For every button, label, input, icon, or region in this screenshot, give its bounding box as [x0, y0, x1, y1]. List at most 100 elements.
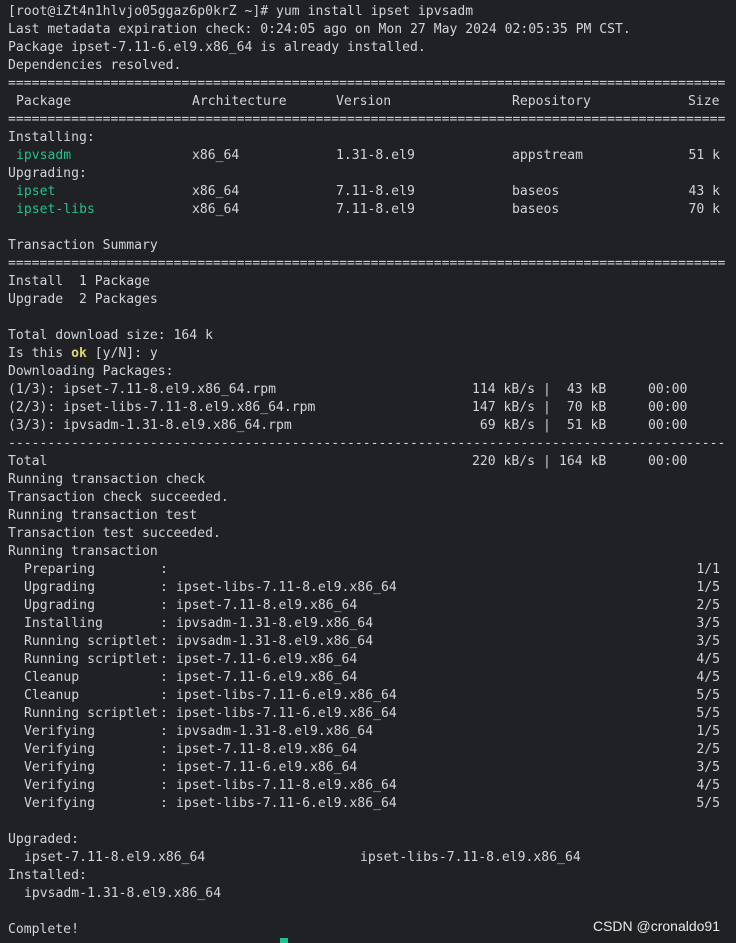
download-size: 70 kB: [559, 400, 607, 415]
ok-keyword: ok: [71, 346, 87, 361]
transaction-line: Running transaction: [8, 544, 158, 559]
step-package: ipset-libs-7.11-6.el9.x86_64: [176, 796, 397, 811]
step-action: Verifying: [24, 760, 95, 775]
download-divider: |: [543, 400, 551, 415]
step-colon: :: [160, 562, 168, 577]
transaction-step-row: Verifying: ipvsadm-1.31-8.el9.x86_64 1/5: [8, 723, 736, 741]
step-progress: 3/5: [696, 634, 720, 649]
download-total-size: 164 kB: [559, 454, 607, 469]
col-header-package: Package: [16, 94, 72, 109]
transaction-step-row: Verifying: ipset-7.11-6.el9.x86_64 3/5: [8, 759, 736, 777]
separator: ========================================…: [8, 112, 726, 127]
installed-label: Installed:: [8, 868, 87, 883]
table-header-row: Package Architecture Version Repository …: [8, 93, 736, 111]
upgrading-label: Upgrading:: [8, 166, 87, 181]
step-colon: :: [160, 688, 168, 703]
terminal-cursor: [280, 938, 288, 943]
upgraded-package: ipset-libs-7.11-8.el9.x86_64: [360, 850, 581, 865]
package-version: 7.11-8.el9: [336, 184, 415, 199]
confirm-text: Is this: [8, 346, 72, 361]
package-repo: baseos: [512, 202, 560, 217]
transaction-line: Transaction test succeeded.: [8, 526, 221, 541]
step-action: Running scriptlet: [24, 634, 159, 649]
step-colon: :: [160, 724, 168, 739]
step-colon: :: [160, 706, 168, 721]
already-installed-line: Package ipset-7.11-6.el9.x86_64 is alrea…: [8, 40, 426, 55]
table-row: ipset x86_64 7.11-8.el9 baseos 43 k: [8, 183, 736, 201]
download-row: (2/3): ipset-libs-7.11-8.el9.x86_64.rpm …: [8, 399, 736, 417]
transaction-step-row: Running scriptlet: ipvsadm-1.31-8.el9.x86…: [8, 633, 736, 651]
step-colon: :: [160, 796, 168, 811]
downloading-title: Downloading Packages:: [8, 364, 174, 379]
upgraded-row: ipset-7.11-8.el9.x86_64 ipset-libs-7.11-…: [8, 849, 736, 867]
download-name: (3/3): ipvsadm-1.31-8.el9.x86_64.rpm: [8, 418, 292, 433]
download-divider: |: [543, 454, 551, 469]
step-colon: :: [160, 634, 168, 649]
download-total-speed: 220 kB/s: [472, 454, 536, 469]
download-size: 43 kB: [559, 382, 607, 397]
shell-prompt: [root@iZt4n1hlvjo05ggaz6p0krZ ~]#: [8, 4, 277, 19]
step-action: Running scriptlet: [24, 706, 159, 721]
package-size: 43 k: [688, 184, 720, 199]
package-repo: appstream: [512, 148, 583, 163]
download-speed: 69 kB/s: [472, 418, 536, 433]
summary-install-line: Install 1 Package: [8, 274, 150, 289]
step-progress: 5/5: [696, 706, 720, 721]
separator: ========================================…: [8, 256, 726, 271]
confirm-prompt: Is this ok [y/N]: y: [8, 345, 736, 363]
installed-row: ipvsadm-1.31-8.el9.x86_64: [8, 885, 736, 903]
step-package: ipset-7.11-6.el9.x86_64: [176, 760, 358, 775]
step-action: Verifying: [24, 778, 95, 793]
step-package: ipset-libs-7.11-6.el9.x86_64: [176, 688, 397, 703]
step-progress: 2/5: [696, 598, 720, 613]
step-progress: 4/5: [696, 652, 720, 667]
step-progress: 1/5: [696, 724, 720, 739]
step-colon: :: [160, 742, 168, 757]
step-colon: :: [160, 580, 168, 595]
step-package: ipvsadm-1.31-8.el9.x86_64: [176, 616, 374, 631]
transaction-step-row: Running scriptlet: ipset-7.11-6.el9.x86_6…: [8, 651, 736, 669]
transaction-step-row: Installing: ipvsadm-1.31-8.el9.x86_64 3/5: [8, 615, 736, 633]
watermark: CSDN @cronaldo91: [592, 918, 720, 934]
package-arch: x86_64: [192, 148, 240, 163]
download-speed: 114 kB/s: [472, 382, 536, 397]
package-version: 1.31-8.el9: [336, 148, 415, 163]
installing-label: Installing:: [8, 130, 95, 145]
step-colon: :: [160, 760, 168, 775]
download-total-time: 00:00: [648, 454, 688, 469]
transaction-line: Transaction check succeeded.: [8, 490, 229, 505]
step-progress: 2/5: [696, 742, 720, 757]
package-size: 51 k: [688, 148, 720, 163]
separator-dash: ----------------------------------------…: [8, 436, 726, 451]
download-divider: |: [543, 418, 551, 433]
step-progress: 4/5: [696, 670, 720, 685]
step-colon: :: [160, 670, 168, 685]
download-total-label: Total: [8, 454, 48, 469]
step-colon: :: [160, 598, 168, 613]
step-colon: :: [160, 616, 168, 631]
transaction-step-row: Running scriptlet: ipset-libs-7.11-6.el9.…: [8, 705, 736, 723]
step-progress: 5/5: [696, 796, 720, 811]
separator: ========================================…: [8, 76, 726, 91]
summary-title: Transaction Summary: [8, 238, 158, 253]
shell-command: yum install ipset ipvsadm: [276, 4, 474, 19]
transaction-step-row: Upgrading: ipset-libs-7.11-8.el9.x86_64 1/…: [8, 579, 736, 597]
col-header-repository: Repository: [512, 94, 591, 109]
step-action: Preparing: [24, 562, 95, 577]
transaction-line: Running transaction check: [8, 472, 206, 487]
step-progress: 4/5: [696, 778, 720, 793]
step-package: ipset-libs-7.11-8.el9.x86_64: [176, 778, 397, 793]
package-repo: baseos: [512, 184, 560, 199]
step-package: ipset-7.11-6.el9.x86_64: [176, 652, 358, 667]
transaction-line: Running transaction test: [8, 508, 198, 523]
table-row: ipvsadm x86_64 1.31-8.el9 appstream 51 k: [8, 147, 736, 165]
transaction-step-row: Preparing: 1/1: [8, 561, 736, 579]
total-download-size: Total download size: 164 k: [8, 328, 213, 343]
upgraded-package: ipset-7.11-8.el9.x86_64: [24, 850, 206, 865]
step-action: Upgrading: [24, 580, 95, 595]
package-version: 7.11-8.el9: [336, 202, 415, 217]
table-row: ipset-libs x86_64 7.11-8.el9 baseos 70 k: [8, 201, 736, 219]
step-package: ipset-7.11-8.el9.x86_64: [176, 742, 358, 757]
terminal-output[interactable]: [root@iZt4n1hlvjo05ggaz6p0krZ ~]# yum in…: [0, 0, 736, 943]
step-package: ipset-7.11-8.el9.x86_64: [176, 598, 358, 613]
